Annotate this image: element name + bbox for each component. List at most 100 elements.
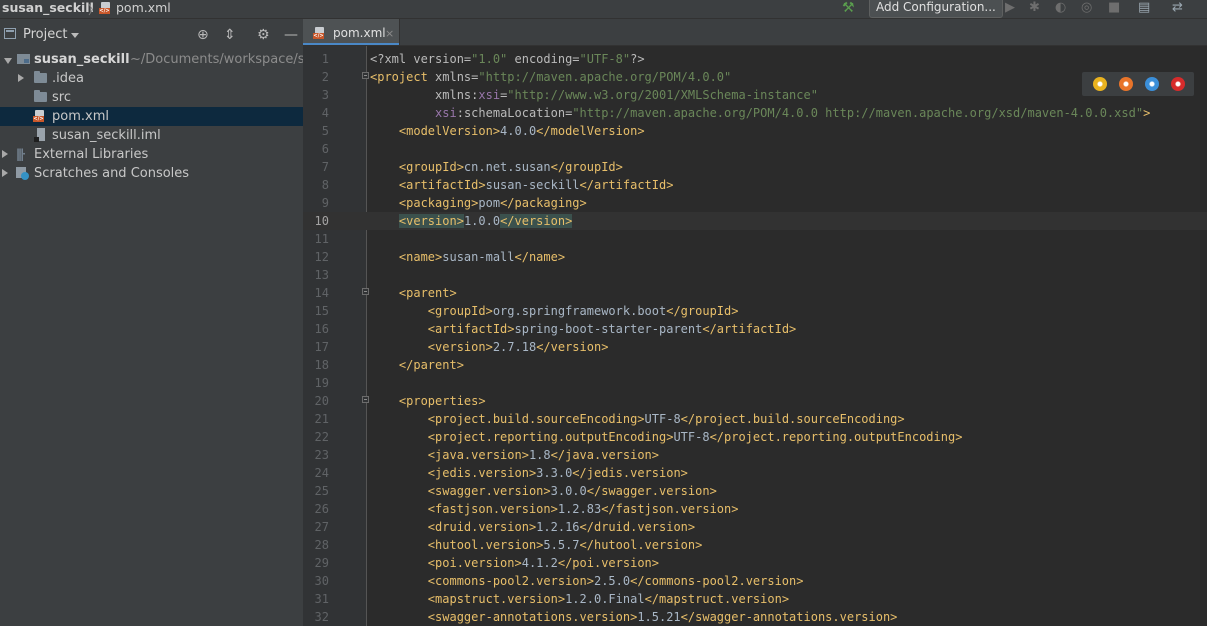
code-line[interactable]: 27 <druid.version>1.2.16</druid.version>: [303, 518, 1207, 536]
line-number: 19: [314, 376, 329, 390]
expanded-arrow-icon[interactable]: [4, 58, 12, 64]
code-token: </hutool.version>: [579, 538, 703, 552]
fold-marker-icon[interactable]: [362, 396, 369, 403]
line-number: 13: [314, 268, 329, 282]
breadcrumb-project[interactable]: susan_seckill: [2, 0, 94, 16]
code-token: xsi: [478, 88, 501, 102]
code-text: <mapstruct.version>1.2.0.Final</mapstruc…: [370, 590, 789, 608]
tree-item-external-libraries[interactable]: |||· External Libraries: [0, 145, 303, 164]
code-editor[interactable]: 1 <?xml version="1.0" encoding="UTF-8"?> 2…: [303, 46, 1207, 626]
project-view-selector[interactable]: Project: [23, 26, 67, 44]
code-line[interactable]: 8 <artifactId>susan-seckill</artifactId>: [303, 176, 1207, 194]
line-number: 14: [314, 286, 329, 300]
code-token: <name>: [370, 250, 443, 264]
code-token: :schemaLocation=: [456, 106, 573, 120]
code-token: </version>: [500, 214, 573, 228]
code-line[interactable]: 14 <parent>: [303, 284, 1207, 302]
code-token: susan-seckill: [485, 178, 580, 192]
collapse-all-icon[interactable]: ⇕: [224, 27, 236, 43]
gear-icon[interactable]: ⚙: [257, 27, 270, 43]
code-token: encoding=: [507, 52, 580, 66]
chrome-icon[interactable]: [1093, 77, 1107, 91]
breadcrumb-file[interactable]: pom.xml: [116, 0, 171, 16]
translate-icon[interactable]: ⇄: [1172, 0, 1183, 16]
code-line[interactable]: 2 <project xmlns="http://maven.apache.org…: [303, 68, 1207, 86]
chevron-down-icon[interactable]: [71, 33, 79, 38]
folder-icon: [34, 90, 47, 102]
collapsed-arrow-icon[interactable]: [2, 169, 8, 177]
code-line[interactable]: 19: [303, 374, 1207, 392]
code-line[interactable]: 13: [303, 266, 1207, 284]
code-token: xsi: [435, 106, 457, 120]
tree-root-susan-seckill[interactable]: susan_seckill ~/Documents/workspace/s: [0, 50, 305, 69]
code-token: <packaging>: [370, 196, 479, 210]
project-structure-icon[interactable]: ▤: [1138, 0, 1150, 16]
code-line[interactable]: 16 <artifactId>spring-boot-starter-paren…: [303, 320, 1207, 338]
opera-icon[interactable]: [1171, 77, 1185, 91]
code-token: </mapstruct.version>: [644, 592, 790, 606]
code-line[interactable]: 18 </parent>: [303, 356, 1207, 374]
code-line[interactable]: 9 <packaging>pom</packaging>: [303, 194, 1207, 212]
code-line[interactable]: 26 <fastjson.version>1.2.83</fastjson.ve…: [303, 500, 1207, 518]
code-token: <version>: [370, 340, 493, 354]
code-text: <parent>: [370, 284, 457, 302]
code-token: spring-boot-starter-parent: [514, 322, 703, 336]
code-line[interactable]: 12 <name>susan-mall</name>: [303, 248, 1207, 266]
tree-item-pom-xml[interactable]: </> pom.xml: [0, 107, 303, 126]
profile-icon[interactable]: ◎: [1081, 0, 1092, 16]
debug-icon[interactable]: ✱: [1029, 0, 1040, 16]
hide-icon[interactable]: —: [284, 27, 298, 43]
tree-item-src[interactable]: src: [0, 88, 303, 107]
code-line[interactable]: 20 <properties>: [303, 392, 1207, 410]
run-icon[interactable]: ▶: [1005, 0, 1015, 16]
code-line[interactable]: 17 <version>2.7.18</version>: [303, 338, 1207, 356]
collapsed-arrow-icon[interactable]: [18, 74, 24, 82]
code-line[interactable]: 1 <?xml version="1.0" encoding="UTF-8"?>: [303, 50, 1207, 68]
code-line[interactable]: 25 <swagger.version>3.0.0</swagger.versi…: [303, 482, 1207, 500]
tree-item-scratches[interactable]: Scratches and Consoles: [0, 164, 303, 183]
line-number: 5: [321, 124, 329, 138]
xml-file-icon: </>: [313, 27, 327, 39]
code-text: <packaging>pom</packaging>: [370, 194, 587, 212]
code-token: 2.5.0: [593, 574, 631, 588]
code-line[interactable]: 6: [303, 140, 1207, 158]
code-token: </modelVersion>: [536, 124, 645, 138]
collapsed-arrow-icon[interactable]: [2, 150, 8, 158]
code-line[interactable]: 10 <version>1.0.0</version>: [303, 212, 1207, 230]
tab-pom-xml[interactable]: </> pom.xml ×: [303, 19, 400, 45]
code-line[interactable]: 28 <hutool.version>5.5.7</hutool.version…: [303, 536, 1207, 554]
code-line[interactable]: 5 <modelVersion>4.0.0</modelVersion>: [303, 122, 1207, 140]
fold-marker-icon[interactable]: [362, 72, 369, 79]
code-line[interactable]: 7 <groupId>cn.net.susan</groupId>: [303, 158, 1207, 176]
line-number: 3: [321, 88, 329, 102]
code-line[interactable]: 4 xsi:schemaLocation="http://maven.apach…: [303, 104, 1207, 122]
code-line[interactable]: 15 <groupId>org.springframework.boot</gr…: [303, 302, 1207, 320]
tree-item-idea[interactable]: .idea: [0, 69, 303, 88]
code-line[interactable]: 30 <commons-pool2.version>2.5.0</commons…: [303, 572, 1207, 590]
code-text: <fastjson.version>1.2.83</fastjson.versi…: [370, 500, 739, 518]
code-line[interactable]: 31 <mapstruct.version>1.2.0.Final</mapst…: [303, 590, 1207, 608]
stop-icon[interactable]: ■: [1108, 0, 1120, 16]
code-line[interactable]: 29 <poi.version>4.1.2</poi.version>: [303, 554, 1207, 572]
tree-item-label: .idea: [52, 71, 84, 86]
add-configuration-button[interactable]: Add Configuration...: [869, 0, 1003, 18]
code-line[interactable]: 22 <project.reporting.outputEncoding>UTF…: [303, 428, 1207, 446]
code-text: <druid.version>1.2.16</druid.version>: [370, 518, 695, 536]
tree-item-iml[interactable]: susan_seckill.iml: [0, 126, 303, 145]
tree-item-label: pom.xml: [52, 109, 109, 124]
code-line[interactable]: 21 <project.build.sourceEncoding>UTF-8</…: [303, 410, 1207, 428]
coverage-icon[interactable]: ◐: [1055, 0, 1066, 16]
code-line[interactable]: 3 xmlns:xsi="http://www.w3.org/2001/XMLS…: [303, 86, 1207, 104]
safari-icon[interactable]: [1145, 77, 1159, 91]
build-hammer-icon[interactable]: ⚒: [842, 0, 855, 16]
code-line[interactable]: 11: [303, 230, 1207, 248]
code-token: 1.2.83: [557, 502, 602, 516]
code-line[interactable]: 24 <jedis.version>3.3.0</jedis.version>: [303, 464, 1207, 482]
line-number: 21: [314, 412, 329, 426]
code-line[interactable]: 32 <swagger-annotations.version>1.5.21</…: [303, 608, 1207, 626]
firefox-icon[interactable]: [1119, 77, 1133, 91]
locate-file-icon[interactable]: ⊕: [197, 27, 209, 43]
code-line[interactable]: 23 <java.version>1.8</java.version>: [303, 446, 1207, 464]
fold-marker-icon[interactable]: [362, 288, 369, 295]
code-text: <project xmlns="http://maven.apache.org/…: [370, 68, 731, 86]
